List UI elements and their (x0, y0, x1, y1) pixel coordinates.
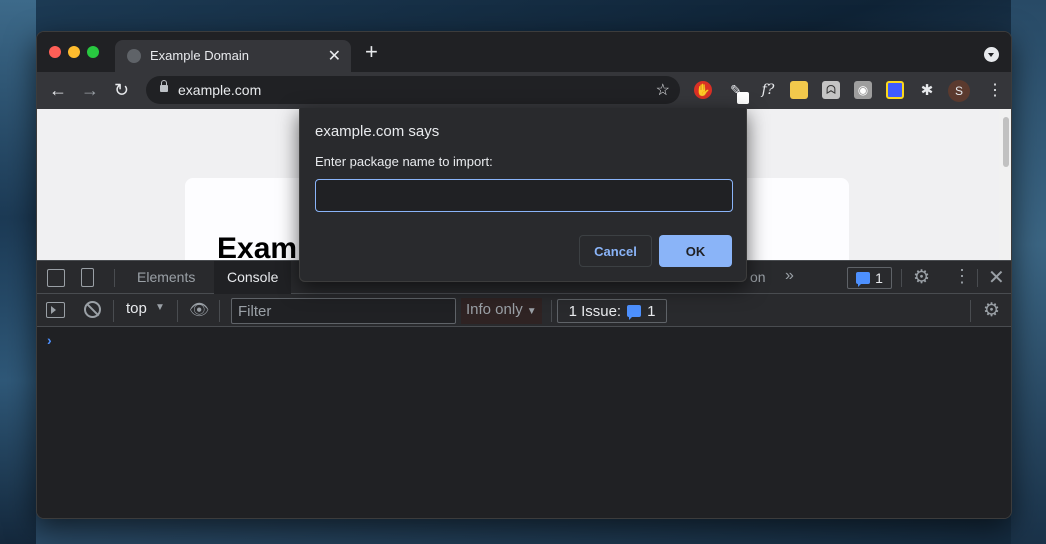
tab-console[interactable]: Console (214, 261, 292, 294)
divider (977, 269, 978, 287)
hand-stop-icon[interactable]: ✋ (694, 81, 712, 99)
tab-elements[interactable]: Elements (124, 261, 208, 294)
new-tab-button[interactable]: + (365, 41, 378, 63)
tab-search-icon[interactable] (984, 47, 999, 62)
avatar[interactable]: S (948, 80, 970, 102)
page-heading: Exam (217, 232, 298, 260)
chevron-down-icon: ▼ (526, 306, 537, 317)
more-tabs-icon[interactable]: » (785, 267, 794, 285)
prompt-dialog: example.com says Enter package name to i… (299, 108, 747, 282)
back-arrow-icon[interactable]: ← (49, 80, 67, 100)
address-bar[interactable]: example.com ☆ (146, 76, 680, 104)
minimize-window-button[interactable] (68, 46, 80, 58)
issues-badge[interactable]: 1 (847, 267, 892, 289)
settings-gear-icon[interactable]: ⚙ (913, 266, 930, 289)
dialog-title: example.com says (315, 123, 440, 140)
package-name-input[interactable] (315, 179, 733, 212)
context-selector[interactable]: top (126, 300, 147, 317)
page-scrollbar[interactable] (999, 109, 1011, 260)
issues-count: 1 (647, 302, 656, 320)
divider (114, 269, 115, 287)
inspect-element-icon[interactable] (47, 269, 65, 287)
devtools-menu-icon[interactable]: ⋮ (953, 266, 971, 287)
close-tab-icon[interactable]: ✕ (328, 46, 341, 66)
console-filter-bar: top ▼ 👁 Info only▼ 1 Issue: 1 ⚙ (37, 294, 1011, 327)
issues-label: 1 Issue: (568, 302, 622, 320)
issues-count: 1 (875, 270, 883, 286)
divider (970, 300, 971, 322)
log-levels-label: Info only (466, 301, 523, 318)
desktop-wallpaper-right (1011, 0, 1046, 544)
bookmark-star-icon[interactable]: ☆ (656, 80, 670, 100)
browser-toolbar: ← → ↻ example.com ☆ ✋ ✎ f? ᗣ ◉ ✱ S ⋮ (37, 72, 1011, 109)
reload-icon[interactable]: ↻ (114, 80, 129, 100)
browser-tab[interactable]: Example Domain ✕ (115, 40, 351, 72)
browser-menu-icon[interactable]: ⋮ (987, 80, 1003, 100)
divider (901, 269, 902, 287)
swap-icon[interactable] (886, 81, 904, 99)
close-window-button[interactable] (49, 46, 61, 58)
camera-icon[interactable]: ◉ (854, 81, 872, 99)
log-levels-dropdown[interactable]: Info only ▼ (461, 298, 542, 324)
pen-badge (737, 92, 749, 104)
url-text[interactable]: example.com (178, 82, 261, 98)
live-expression-eye-icon[interactable]: 👁 (189, 300, 209, 320)
console-filter-input[interactable] (231, 298, 456, 324)
tab-title: Example Domain (150, 48, 249, 63)
scrollbar-thumb[interactable] (1003, 117, 1009, 167)
desktop-wallpaper-left (0, 0, 36, 544)
device-toolbar-icon[interactable] (81, 268, 94, 287)
issues-icon (856, 272, 871, 287)
issues-button[interactable]: 1 Issue: 1 (557, 299, 667, 323)
puzzle-icon[interactable]: ✱ (918, 81, 936, 99)
function-icon[interactable]: f? (759, 81, 777, 99)
tab-strip: Example Domain ✕ + (37, 32, 1011, 72)
maximize-window-button[interactable] (87, 46, 99, 58)
ok-button[interactable]: OK (659, 235, 732, 267)
divider (551, 300, 552, 322)
clear-console-icon[interactable] (84, 301, 101, 318)
issues-icon (627, 305, 642, 320)
chevron-down-icon[interactable]: ▼ (155, 302, 165, 313)
console-prompt[interactable]: › (47, 332, 52, 348)
console-settings-gear-icon[interactable]: ⚙ (983, 299, 1000, 322)
console-sidebar-icon[interactable] (46, 302, 65, 318)
cancel-button[interactable]: Cancel (579, 235, 652, 267)
ghost-icon[interactable]: ᗣ (822, 81, 840, 99)
sticky-note-icon[interactable] (790, 81, 808, 99)
divider (177, 300, 178, 322)
close-devtools-icon[interactable]: ✕ (988, 265, 1005, 290)
devtools-panel: Elements Console on » 1 ⚙ ⋮ ✕ top ▼ 👁 Fi… (37, 260, 1011, 518)
globe-icon (127, 49, 141, 63)
lock-icon[interactable] (160, 80, 168, 92)
dialog-message: Enter package name to import: (315, 154, 493, 169)
divider (113, 300, 114, 322)
forward-arrow-icon[interactable]: → (81, 80, 99, 100)
divider (219, 300, 220, 322)
